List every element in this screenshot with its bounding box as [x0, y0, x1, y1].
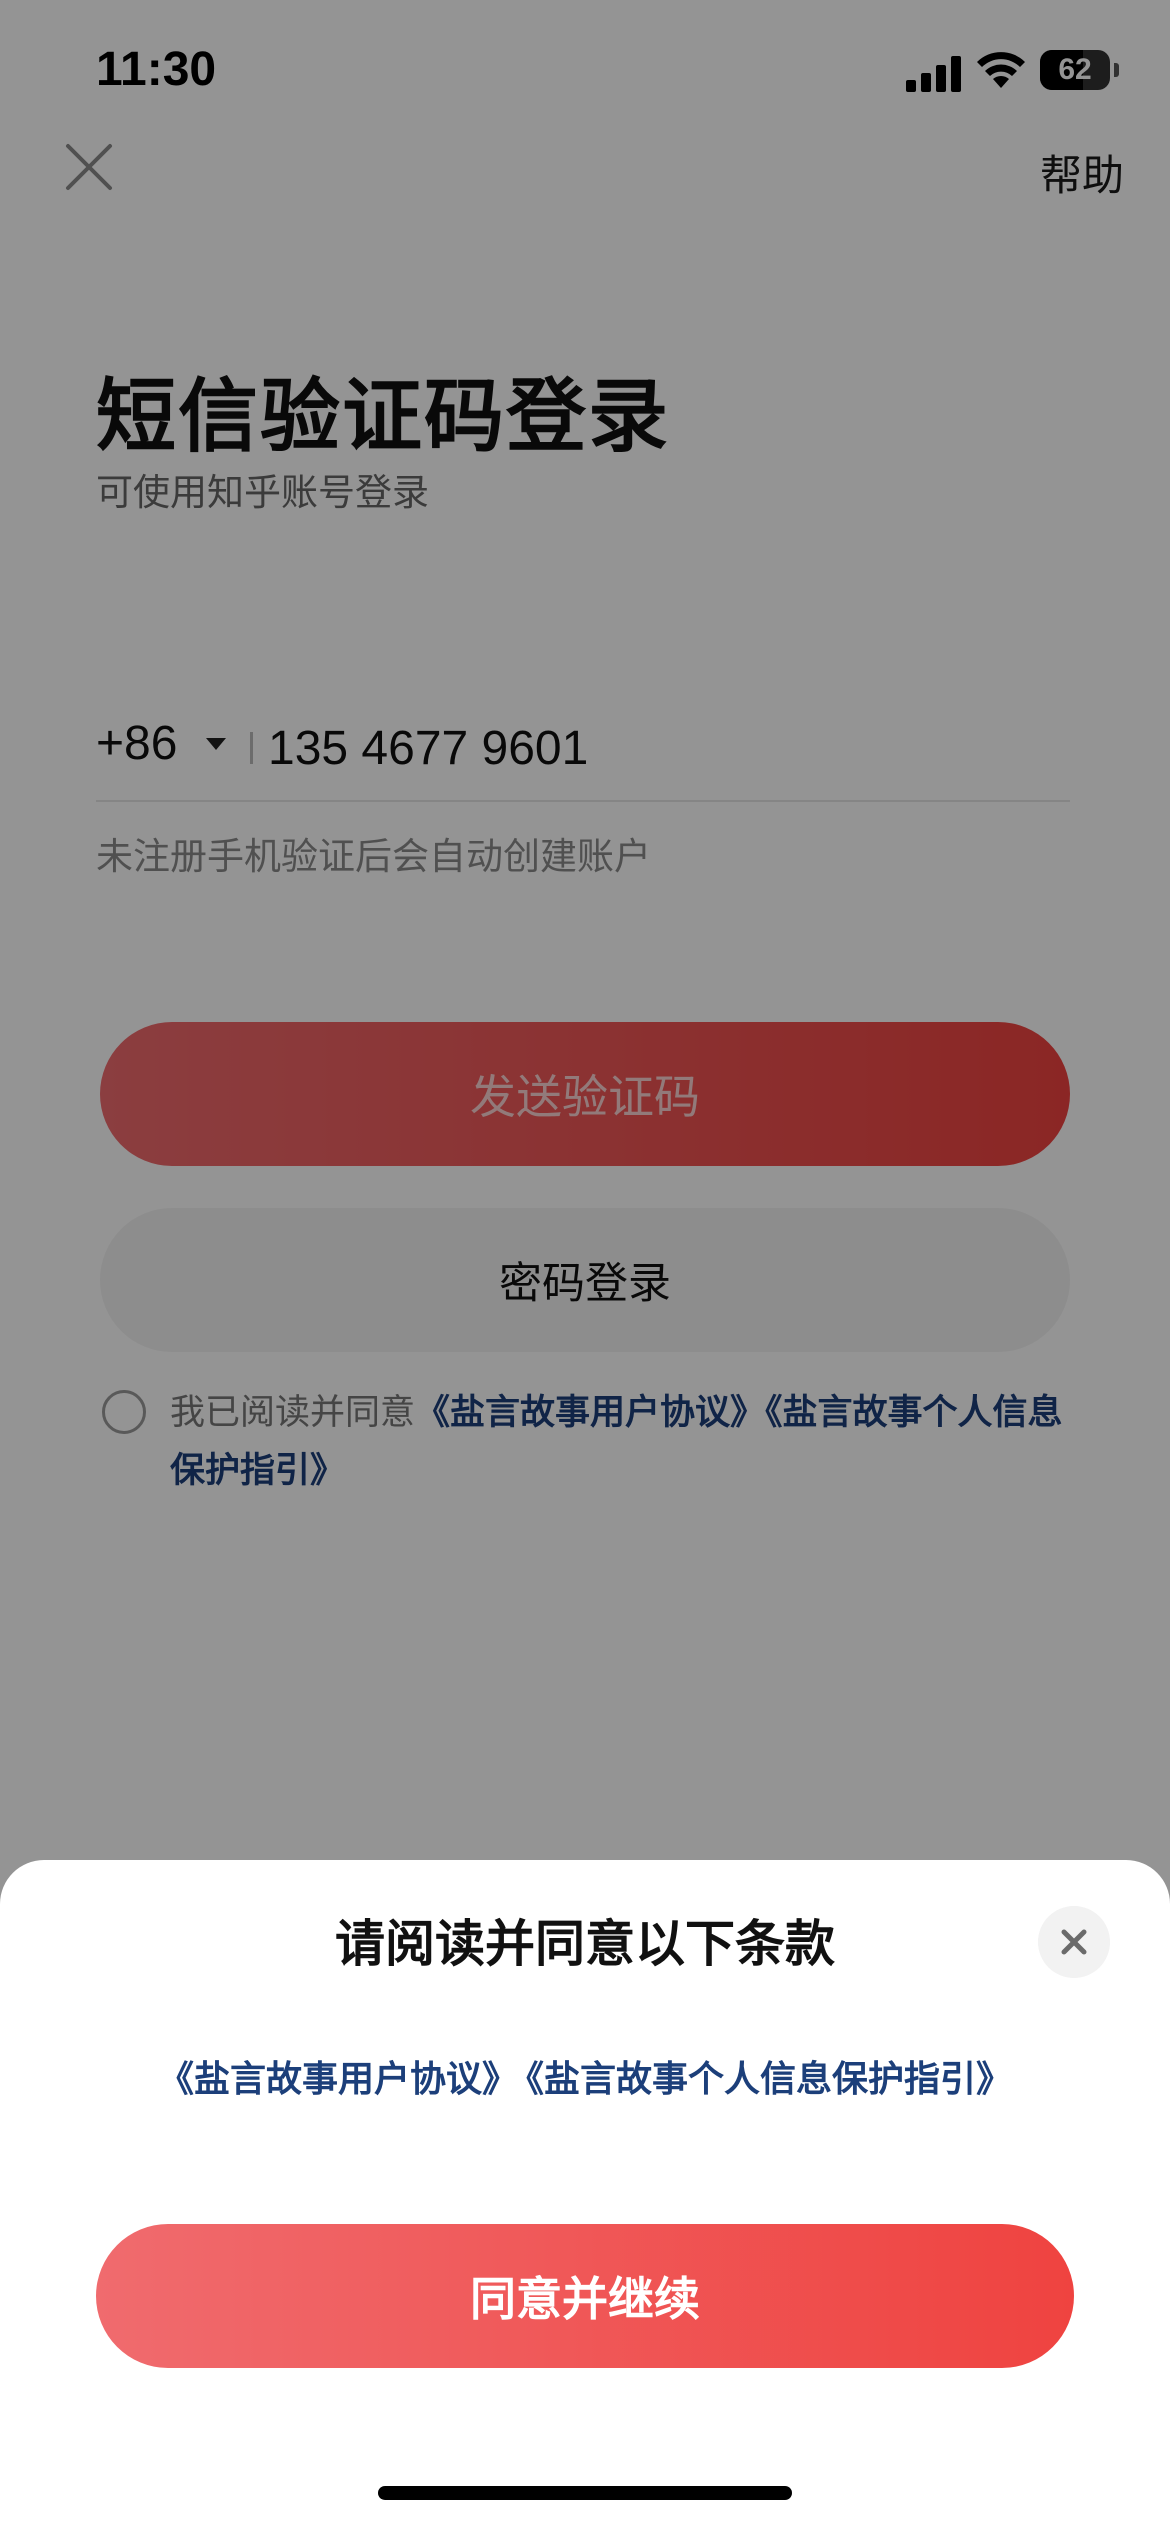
sheet-privacy-guide-link[interactable]: 《盐言故事个人信息保护指引》	[526, 2059, 1012, 2100]
sheet-title: 请阅读并同意以下条款	[335, 1915, 835, 1973]
sheet-close-button[interactable]	[1038, 1906, 1110, 1978]
home-indicator	[378, 2486, 792, 2500]
login-screen: 11:30 62 帮助 短信验证码登录 可使用知乎账号登录 +86 135 46…	[0, 0, 1170, 2532]
sheet-links: 《盐言故事用户协议》 《盐言故事个人信息保护指引》	[0, 2050, 1170, 2102]
sheet-user-agreement-link[interactable]: 《盐言故事用户协议》	[158, 2059, 518, 2100]
agree-continue-label: 同意并继续	[470, 2272, 700, 2326]
agree-continue-button[interactable]: 同意并继续	[96, 2224, 1074, 2368]
terms-bottom-sheet: 请阅读并同意以下条款 《盐言故事用户协议》 《盐言故事个人信息保护指引》 同意并继…	[0, 1860, 1170, 2532]
